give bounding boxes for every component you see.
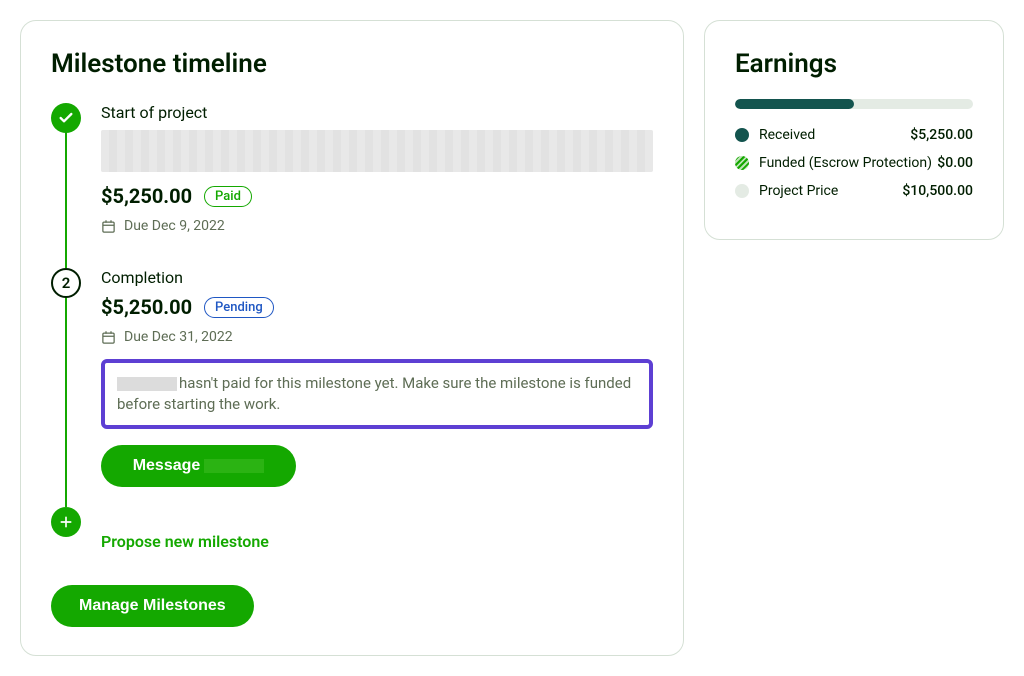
milestone-title: Completion <box>101 268 653 287</box>
warning-text: hasn't paid for this milestone yet. Make… <box>117 374 631 413</box>
earnings-card: Earnings Received $5,250.00 Funded (Escr… <box>704 20 1004 240</box>
milestone-price-row: $5,250.00 Pending <box>101 295 653 319</box>
dot-icon-funded <box>735 156 749 170</box>
plus-icon[interactable] <box>51 507 81 537</box>
milestone-price-row: $5,250.00 Paid <box>101 184 653 208</box>
earnings-progress-fill <box>735 99 854 109</box>
manage-milestones-button[interactable]: Manage Milestones <box>51 585 254 627</box>
earnings-value: $5,250.00 <box>910 127 973 143</box>
timeline-list: Start of project $5,250.00 Paid Due Dec … <box>51 103 653 581</box>
message-button-label: Message <box>133 457 201 475</box>
earnings-row-price: Project Price $10,500.00 <box>735 183 973 199</box>
milestone-due-row: Due Dec 9, 2022 <box>101 218 653 234</box>
milestone-item: Start of project $5,250.00 Paid Due Dec … <box>51 103 653 268</box>
redacted-description <box>101 130 653 172</box>
earnings-heading: Earnings <box>735 49 973 79</box>
earnings-value: $10,500.00 <box>902 183 973 199</box>
milestone-timeline-card: Milestone timeline Start of project $5,2… <box>20 20 684 656</box>
earnings-progress <box>735 99 973 109</box>
milestone-due-date: Due Dec 9, 2022 <box>124 218 225 234</box>
dot-icon-price <box>735 184 749 198</box>
milestone-amount: $5,250.00 <box>101 295 192 319</box>
milestone-amount: $5,250.00 <box>101 184 192 208</box>
milestone-title: Start of project <box>101 103 653 122</box>
status-badge-paid: Paid <box>204 186 252 207</box>
earnings-row-received: Received $5,250.00 <box>735 127 973 143</box>
calendar-icon <box>101 330 116 345</box>
earnings-label: Funded (Escrow Protection) <box>759 155 937 171</box>
status-badge-pending: Pending <box>204 297 274 318</box>
milestone-number-marker: 2 <box>51 268 81 298</box>
check-icon <box>51 103 81 133</box>
milestone-item: 2 Completion $5,250.00 Pending Due Dec 3… <box>51 268 653 507</box>
earnings-label: Project Price <box>759 183 902 199</box>
redacted-name <box>117 377 177 391</box>
propose-milestone-row: Propose new milestone <box>51 507 653 581</box>
propose-milestone-link[interactable]: Propose new milestone <box>101 532 269 551</box>
message-button[interactable]: Message <box>101 445 296 487</box>
dot-icon-received <box>735 128 749 142</box>
timeline-heading: Milestone timeline <box>51 49 653 79</box>
calendar-icon <box>101 219 116 234</box>
earnings-value: $0.00 <box>937 155 973 171</box>
earnings-row-funded: Funded (Escrow Protection) $0.00 <box>735 155 973 171</box>
redacted-recipient <box>204 459 264 473</box>
milestone-due-date: Due Dec 31, 2022 <box>124 329 233 345</box>
milestone-due-row: Due Dec 31, 2022 <box>101 329 653 345</box>
funding-warning: hasn't paid for this milestone yet. Make… <box>101 359 653 429</box>
earnings-label: Received <box>759 127 910 143</box>
